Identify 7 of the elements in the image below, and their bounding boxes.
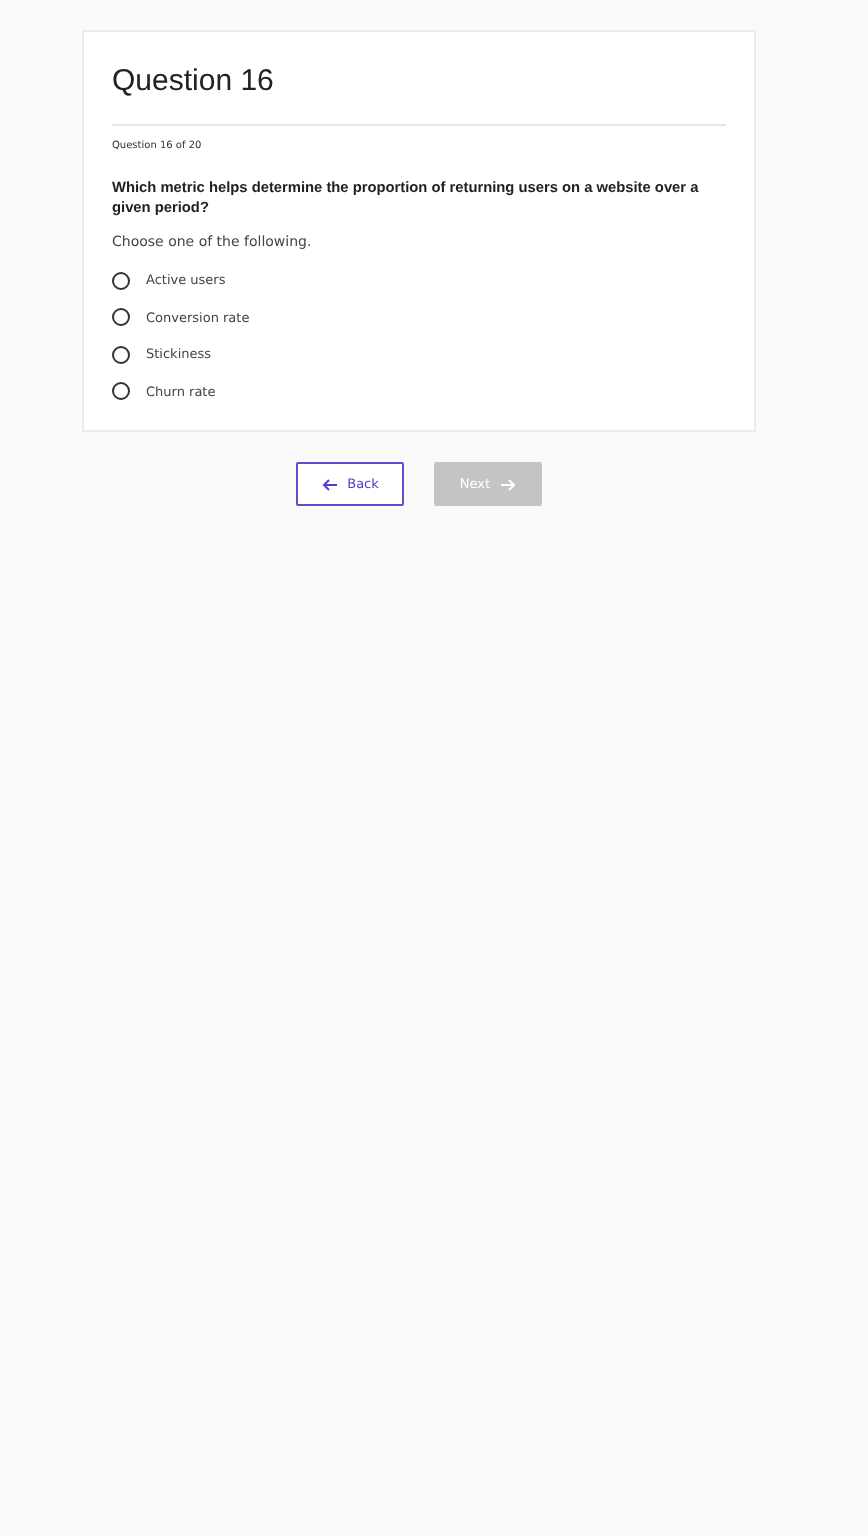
left-arrow-icon [321, 477, 338, 491]
radio-button[interactable] [112, 308, 130, 327]
radio-button[interactable] [112, 271, 130, 290]
right-arrow-icon [500, 477, 517, 491]
radio-button[interactable] [112, 382, 130, 401]
radio-button[interactable] [112, 345, 130, 364]
question-title: Question 16 [112, 64, 276, 98]
